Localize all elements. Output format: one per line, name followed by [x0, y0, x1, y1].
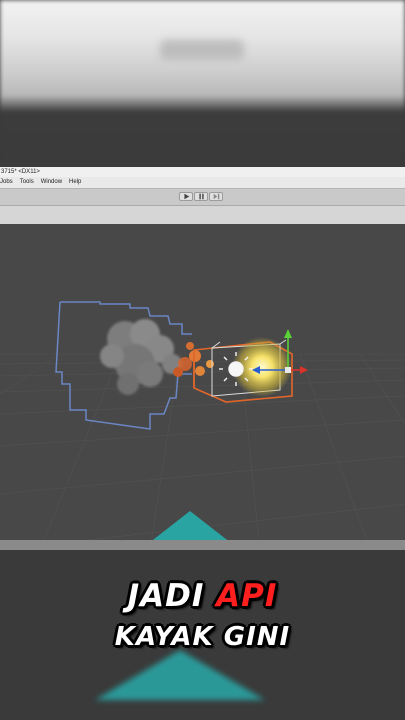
blurred-teal-object — [95, 650, 265, 700]
scene-canvas — [0, 301, 405, 550]
menu-item-window[interactable]: Window — [41, 177, 62, 188]
scene-tab-bar — [0, 206, 405, 225]
caption-word-jadi: JADI — [127, 578, 205, 614]
menu-item-jobs[interactable]: Jobs — [0, 177, 13, 188]
scene-grid — [0, 353, 405, 550]
caption-line-2: KAYAK GINI — [114, 622, 291, 652]
caption-word-api: API — [216, 578, 278, 614]
playback-controls — [179, 192, 223, 201]
scene-view[interactable] — [0, 224, 405, 550]
pause-icon — [198, 193, 204, 200]
smoke-effect — [100, 319, 182, 395]
blurred-background-top — [0, 0, 405, 170]
play-icon — [183, 193, 189, 200]
editor-window: 3715* <DX11> Jobs Tools Window Help — [0, 167, 405, 550]
pause-button[interactable] — [194, 192, 208, 201]
step-button[interactable] — [209, 192, 223, 201]
menu-item-help[interactable]: Help — [69, 177, 81, 188]
blurred-toolbar-blob — [160, 40, 244, 60]
window-title: 3715* <DX11> — [0, 167, 405, 177]
step-icon — [213, 193, 219, 200]
main-toolbar — [0, 188, 405, 206]
caption-line-1: JADI API — [0, 578, 405, 614]
editor-bottom-border — [0, 540, 405, 550]
play-button[interactable] — [179, 192, 193, 201]
menu-item-tools[interactable]: Tools — [20, 177, 34, 188]
menu-bar: Jobs Tools Window Help — [0, 177, 405, 188]
